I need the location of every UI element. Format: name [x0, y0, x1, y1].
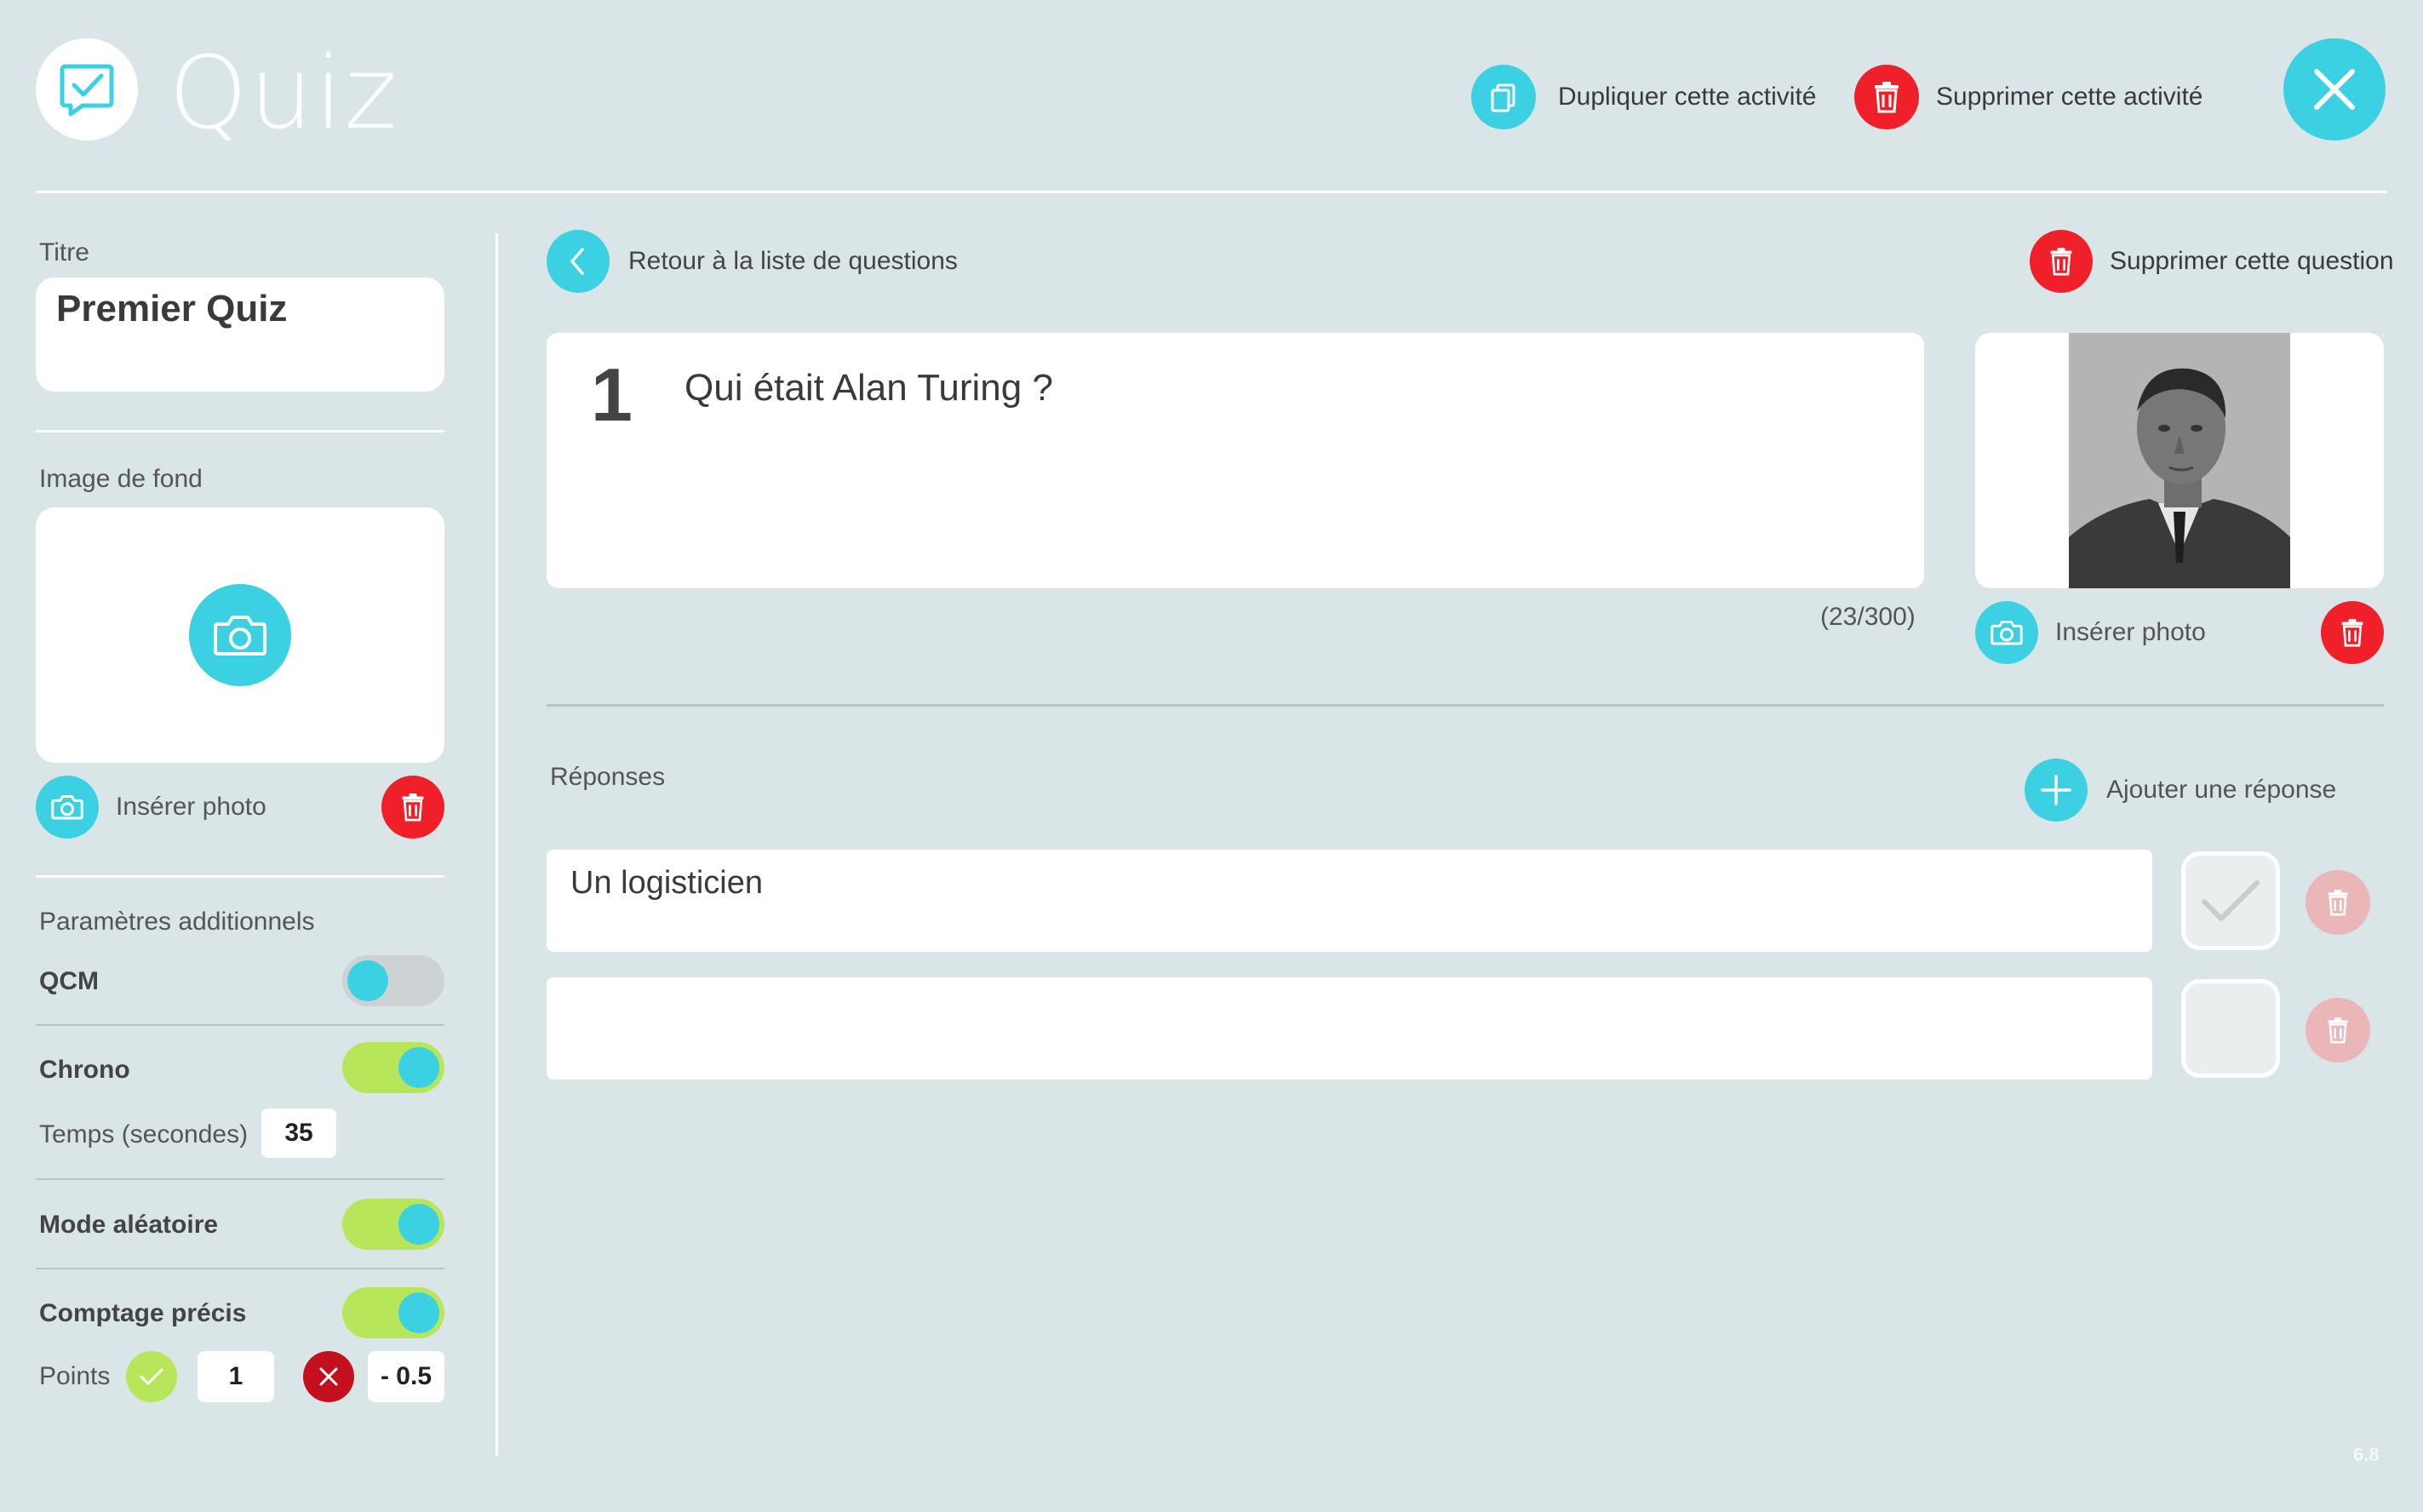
app-title: Quiz	[169, 34, 399, 152]
points-label: Points	[39, 1362, 111, 1390]
duplicate-activity-button[interactable]: Dupliquer cette activité	[1471, 65, 1817, 129]
answer-text: Un logisticien	[570, 865, 763, 901]
close-button[interactable]	[2283, 38, 2386, 140]
insert-photo-label: Insérer photo	[2055, 618, 2206, 646]
question-char-count: (23/300)	[1820, 603, 1916, 631]
duplicate-icon	[1471, 65, 1536, 129]
check-icon	[2202, 880, 2260, 921]
answer-input[interactable]	[547, 977, 2152, 1080]
time-label: Temps (secondes)	[39, 1120, 249, 1148]
question-answers-divider	[547, 704, 2384, 707]
camera-icon[interactable]	[189, 584, 291, 686]
delete-answer-button[interactable]	[2306, 998, 2370, 1062]
plus-icon	[2025, 759, 2088, 822]
sidebar-vertical-divider	[495, 233, 498, 1456]
qcm-toggle[interactable]	[342, 955, 444, 1006]
correct-check-icon	[126, 1351, 177, 1402]
question-number: 1	[591, 352, 633, 437]
header-divider	[36, 191, 2387, 193]
sidebar-divider-1	[36, 430, 444, 432]
sidebar-insert-photo-button[interactable]: Insérer photo	[36, 776, 266, 839]
question-input[interactable]: 1 Qui était Alan Turing ?	[547, 333, 1924, 588]
question-image-card[interactable]	[1975, 333, 2384, 588]
background-image-label: Image de fond	[39, 465, 203, 493]
camera-icon	[36, 776, 99, 839]
title-value: Premier Quiz	[56, 288, 288, 329]
precise-count-label: Comptage précis	[39, 1299, 247, 1327]
add-answer-button[interactable]: Ajouter une réponse	[2025, 759, 2336, 822]
duplicate-activity-label: Dupliquer cette activité	[1558, 83, 1817, 111]
delete-question-label: Supprimer cette question	[2110, 247, 2394, 275]
answer-correct-checkbox[interactable]	[2181, 979, 2280, 1078]
title-input[interactable]: Premier Quiz	[36, 278, 444, 392]
question-text: Qui était Alan Turing ?	[685, 367, 1053, 409]
trash-icon	[2030, 230, 2093, 293]
trash-icon	[402, 793, 424, 822]
wrong-cross-icon	[303, 1351, 354, 1402]
delete-question-button[interactable]: Supprimer cette question	[2030, 230, 2394, 293]
trash-icon	[1854, 65, 1919, 129]
trash-icon	[2328, 890, 2348, 916]
sidebar-divider-2	[36, 875, 444, 878]
random-mode-label: Mode aléatoire	[39, 1211, 219, 1239]
delete-activity-label: Supprimer cette activité	[1936, 83, 2203, 111]
delete-background-button[interactable]	[381, 776, 444, 839]
sidebar-divider-5	[36, 1268, 444, 1269]
back-to-questions-button[interactable]: Retour à la liste de questions	[547, 230, 958, 293]
delete-activity-button[interactable]: Supprimer cette activité	[1854, 65, 2202, 129]
insert-photo-label: Insérer photo	[116, 793, 266, 821]
chrono-toggle[interactable]	[342, 1042, 444, 1093]
qcm-label: QCM	[39, 967, 99, 995]
sidebar-divider-4	[36, 1178, 444, 1180]
trash-icon	[2341, 619, 2363, 647]
toggle-knob	[347, 960, 388, 1001]
answer-correct-checkbox[interactable]	[2181, 851, 2280, 950]
background-image-placeholder[interactable]	[36, 507, 444, 763]
delete-answer-button[interactable]	[2306, 870, 2370, 935]
chrono-label: Chrono	[39, 1056, 130, 1084]
answer-input[interactable]: Un logisticien	[547, 850, 2152, 952]
toggle-knob	[398, 1204, 439, 1245]
version-label: 6.8	[2353, 1444, 2380, 1465]
precise-count-toggle[interactable]	[342, 1287, 444, 1338]
back-label: Retour à la liste de questions	[628, 247, 958, 275]
toggle-knob	[398, 1292, 439, 1333]
time-input[interactable]: 35	[261, 1108, 336, 1158]
add-answer-label: Ajouter une réponse	[2106, 776, 2337, 804]
question-insert-photo-button[interactable]: Insérer photo	[1975, 601, 2206, 664]
camera-icon	[1975, 601, 2038, 664]
answers-label: Réponses	[550, 763, 666, 791]
sidebar-divider-3	[36, 1024, 444, 1026]
title-label: Titre	[39, 238, 89, 266]
additional-settings-label: Paramètres additionnels	[39, 908, 315, 936]
toggle-knob	[398, 1047, 439, 1088]
question-photo-portrait	[2069, 333, 2290, 588]
random-mode-toggle[interactable]	[342, 1199, 444, 1250]
chevron-left-icon	[547, 230, 610, 293]
app-logo	[36, 38, 138, 140]
points-correct-input[interactable]: 1	[198, 1351, 274, 1402]
close-icon	[2314, 69, 2355, 110]
delete-question-image-button[interactable]	[2321, 601, 2384, 664]
trash-icon	[2328, 1017, 2348, 1044]
quiz-check-icon	[60, 64, 114, 117]
points-wrong-input[interactable]: - 0.5	[368, 1351, 444, 1402]
